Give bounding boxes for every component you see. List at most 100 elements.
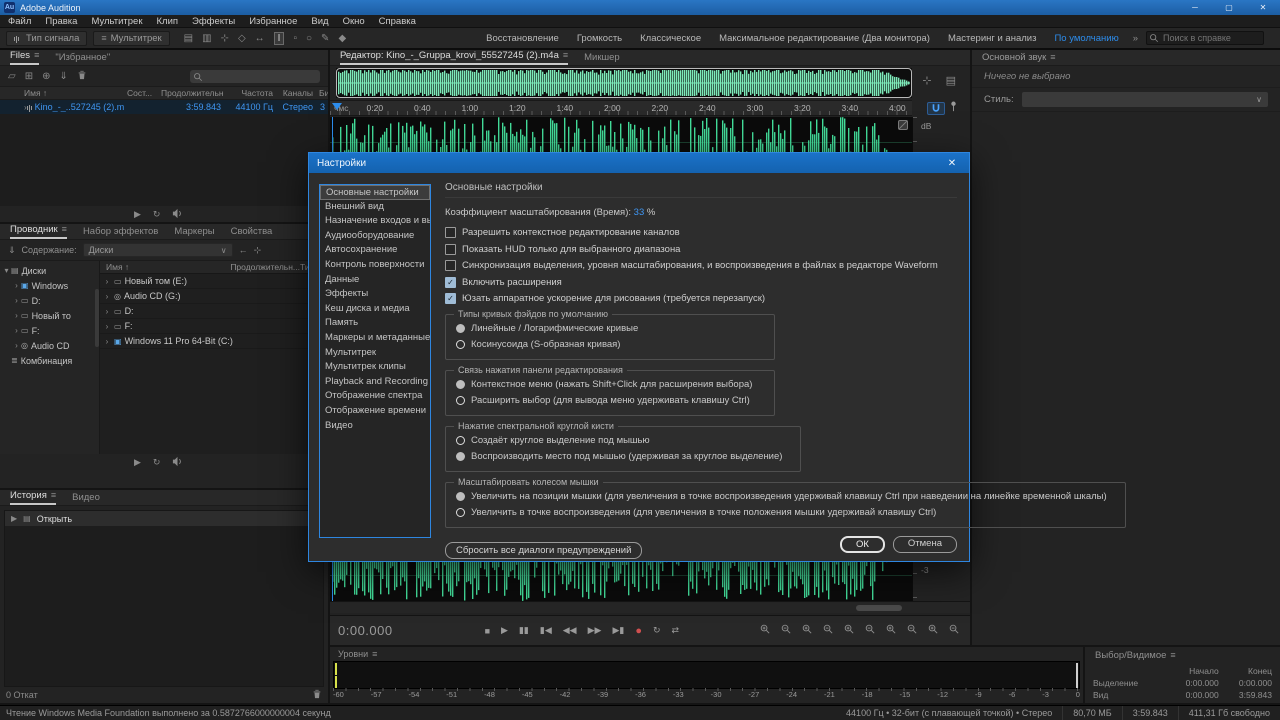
menu-item-1[interactable]: Правка — [45, 16, 77, 27]
menu-item-0[interactable]: Файл — [8, 16, 31, 27]
cancel-button[interactable]: Отмена — [893, 536, 957, 553]
preferences-category-13[interactable]: Playback and Recording — [320, 375, 430, 390]
workspace-tab-4[interactable]: Мастеринг и анализ — [948, 33, 1037, 44]
files-search-input[interactable] — [190, 70, 320, 83]
tree-item-2[interactable]: ›▭D: — [0, 293, 99, 308]
tab-selection-view[interactable]: Выбор/Видимое≡ — [1095, 650, 1176, 663]
tree-item-3[interactable]: ›▭Новый то — [0, 308, 99, 323]
radio-row-2-1[interactable]: Воспроизводить место под мышью (удержива… — [456, 451, 782, 462]
preferences-category-8[interactable]: Кеш диска и медиа — [320, 302, 430, 317]
pin-icon[interactable] — [949, 99, 958, 117]
loop-button[interactable]: ↻ — [153, 457, 161, 468]
zoom-selection-button[interactable] — [927, 622, 939, 640]
checkbox-row-0[interactable]: ✓Разрешить контекстное редактирование ка… — [445, 227, 957, 238]
radio-button[interactable] — [456, 508, 465, 517]
tree-scrollbar[interactable] — [95, 289, 99, 347]
pause-button[interactable]: ▮▮ — [519, 625, 529, 636]
preferences-category-0[interactable]: Основные настройки — [320, 185, 430, 200]
chevron-right-icon[interactable]: › — [12, 326, 21, 335]
tab-files[interactable]: Files≡ — [10, 50, 39, 65]
radio-row-0-1[interactable]: Косинусоида (S-образная кривая) — [456, 339, 756, 350]
play-button[interactable]: ▶ — [134, 457, 141, 468]
files-column-4[interactable]: Каналы — [276, 88, 316, 98]
history-entry-open[interactable]: ▶ ▤ Открыть — [5, 511, 323, 526]
marquee-tool-icon[interactable]: ▫ — [293, 33, 297, 44]
overview-view-box[interactable] — [336, 68, 912, 98]
ok-button[interactable]: ОК — [840, 536, 885, 553]
slip-tool-icon[interactable]: ↔ — [255, 33, 265, 44]
workspace-tab-5[interactable]: По умолчанию — [1054, 33, 1118, 44]
tab-favorites[interactable]: "Избранное" — [55, 52, 110, 65]
workspace-overflow-icon[interactable]: » — [1133, 33, 1138, 44]
drive-row-3[interactable]: ›▭F: — [100, 319, 328, 334]
tree-item-4[interactable]: ›▭F: — [0, 323, 99, 338]
radio-row-1-1[interactable]: Расширить выбор (для вывода меню удержив… — [456, 395, 756, 406]
stop-button[interactable]: ■ — [485, 626, 490, 636]
checkbox-1[interactable]: ✓ — [445, 244, 456, 255]
overview-waveform[interactable] — [336, 68, 912, 98]
drive-row-2[interactable]: ›▭D: — [100, 304, 328, 319]
tab-mixer[interactable]: Микшер — [584, 52, 620, 65]
preferences-category-10[interactable]: Маркеры и метаданные — [320, 331, 430, 346]
tab-history-1[interactable]: Видео — [72, 492, 100, 505]
content-dropdown[interactable]: Диски ∨ — [83, 243, 233, 257]
tree-item-0[interactable]: ▾▤Диски — [0, 263, 99, 278]
tab-essential-sound[interactable]: Основной звук≡ — [982, 52, 1056, 65]
panel-menu-icon[interactable]: ≡ — [1050, 52, 1055, 62]
back-icon[interactable]: ← — [239, 245, 248, 255]
preferences-category-9[interactable]: Память — [320, 316, 430, 331]
fast-forward-button[interactable]: ▶▶ — [588, 625, 602, 636]
new-item-icon[interactable]: ⊕ — [42, 71, 50, 82]
preferences-category-12[interactable]: Мультитрек клипы — [320, 360, 430, 375]
radio-button[interactable] — [456, 452, 465, 461]
horizontal-scrollbar[interactable] — [330, 601, 970, 613]
panel-menu-icon[interactable]: ≡ — [34, 50, 39, 60]
checkbox-0[interactable]: ✓ — [445, 227, 456, 238]
time-display[interactable]: 0:00.000 — [338, 623, 393, 638]
zoom-out-time-button[interactable] — [822, 622, 834, 640]
preferences-category-4[interactable]: Автосохранение — [320, 243, 430, 258]
chevron-right-icon[interactable]: › — [100, 292, 114, 301]
reset-warnings-button[interactable]: Сбросить все диалоги предупреждений — [445, 542, 642, 559]
skip-to-start-button[interactable]: ▮◀ — [540, 625, 552, 636]
zoom-full-button[interactable] — [948, 622, 960, 640]
list-icon[interactable]: ▤ — [946, 74, 956, 87]
zoom-selection-right-button[interactable] — [906, 622, 918, 640]
speaker-icon[interactable] — [172, 456, 183, 469]
add-shortcut-icon[interactable]: ⊹ — [254, 245, 262, 256]
chevron-right-icon[interactable]: › — [12, 341, 21, 350]
monitor-b-icon[interactable]: ▥ — [202, 33, 211, 44]
preferences-category-1[interactable]: Внешний вид — [320, 200, 430, 215]
panel-menu-icon[interactable]: ≡ — [372, 649, 377, 659]
chevron-right-icon[interactable]: › — [12, 296, 21, 305]
chevron-down-icon[interactable]: ▾ — [2, 266, 11, 275]
preferences-category-6[interactable]: Данные — [320, 273, 430, 288]
loop-button[interactable]: ↻ — [153, 209, 161, 220]
menu-item-5[interactable]: Избранное — [249, 16, 297, 27]
radio-button[interactable] — [456, 492, 465, 501]
tree-item-6[interactable]: ≣Комбинация — [0, 353, 99, 368]
radio-row-3-0[interactable]: Увеличить на позиции мышки (для увеличен… — [456, 491, 1107, 502]
checkbox-2[interactable]: ✓ — [445, 260, 456, 271]
menu-item-4[interactable]: Эффекты — [192, 16, 235, 27]
drive-row-4[interactable]: ›▣Windows 11 Pro 64-Bit (C:) — [100, 334, 328, 349]
skip-selection-button[interactable]: ⇄ — [672, 625, 680, 636]
files-column-1[interactable]: Сост... — [124, 88, 158, 98]
speaker-icon[interactable] — [172, 208, 183, 221]
preferences-category-5[interactable]: Контроль поверхности — [320, 258, 430, 273]
dialog-titlebar[interactable]: Настройки ✕ — [309, 153, 969, 173]
files-column-5[interactable]: Би... — [316, 88, 328, 98]
preferences-category-3[interactable]: Аудиооборудование — [320, 229, 430, 244]
radio-button[interactable] — [456, 380, 465, 389]
skip-to-end-button[interactable]: ▶▮ — [612, 625, 624, 636]
loop-playback-button[interactable]: ↻ — [653, 625, 661, 636]
files-column-headers[interactable]: Имя ↑Сост...Продолжительн...ЧастотаКанал… — [0, 86, 328, 100]
eraser-tool-icon[interactable]: ◆ — [338, 33, 346, 44]
close-button[interactable]: ✕ — [1246, 0, 1280, 15]
radio-button[interactable] — [456, 340, 465, 349]
chevron-right-icon[interactable]: › — [100, 322, 114, 331]
save-icon[interactable]: ⇓ — [59, 71, 67, 82]
lasso-tool-icon[interactable]: ○ — [306, 33, 312, 44]
panel-menu-icon[interactable]: ≡ — [563, 50, 568, 60]
playhead-marker[interactable] — [332, 103, 342, 110]
